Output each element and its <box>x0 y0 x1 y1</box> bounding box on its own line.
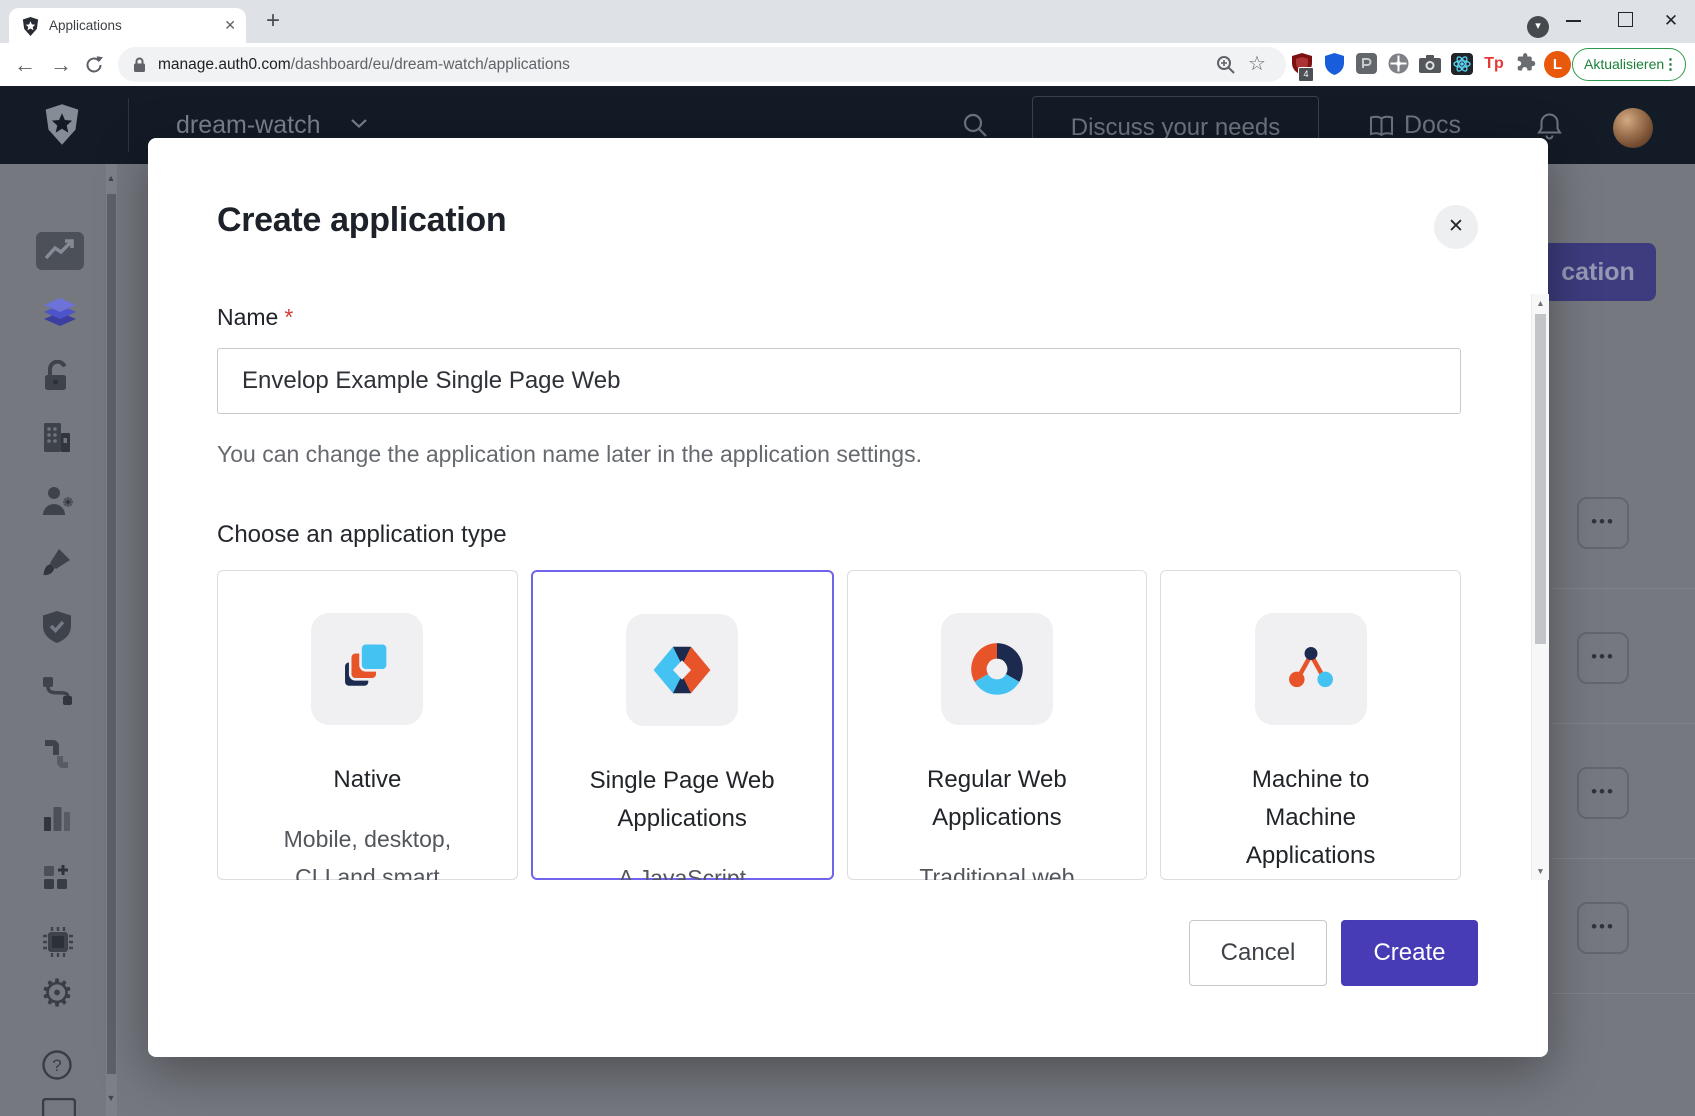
new-tab-button[interactable]: + <box>258 6 288 36</box>
auth0-favicon <box>22 17 39 41</box>
sidebar-item-organizations-building-icon[interactable] <box>42 422 82 462</box>
scrollbar-up-arrow[interactable]: ▲ <box>1532 296 1549 310</box>
name-label: Name* <box>217 304 293 331</box>
sidebar-item-user-management-icon[interactable] <box>42 485 82 525</box>
sidebar-item-authentication-lock-icon[interactable] <box>42 360 82 400</box>
react-devtools-extension-icon[interactable] <box>1450 53 1474 77</box>
name-helper-text: You can change the application name late… <box>217 441 922 468</box>
card-description: Mobile, desktop, CLI and smart <box>277 820 457 880</box>
ublock-badge: 4 <box>1298 67 1314 82</box>
forward-button[interactable]: → <box>50 43 72 86</box>
bookmark-star-icon[interactable]: ☆ <box>1248 47 1266 82</box>
nav-divider <box>128 98 129 152</box>
window-close-button[interactable]: ✕ <box>1656 4 1686 38</box>
tab-title: Applications <box>49 8 122 43</box>
row-actions-button[interactable]: ••• <box>1577 632 1629 684</box>
row-actions-button[interactable]: ••• <box>1577 497 1629 549</box>
modal-scrollbar-thumb[interactable] <box>1535 314 1546 644</box>
extensions-puzzle-icon[interactable] <box>1514 53 1538 77</box>
create-button[interactable]: Create <box>1341 920 1478 986</box>
spa-icon <box>626 614 738 726</box>
sidebar-item-marketplace-icon[interactable] <box>42 863 82 903</box>
name-label-text: Name <box>217 304 278 330</box>
row-divider <box>1552 588 1695 589</box>
address-bar[interactable]: manage.auth0.com/dashboard/eu/dream-watc… <box>118 47 1286 82</box>
tab-close-icon[interactable]: ✕ <box>224 8 236 43</box>
svg-text:?: ? <box>52 1056 61 1075</box>
monitor-icon[interactable] <box>42 1098 82 1116</box>
camera-extension-icon[interactable] <box>1418 55 1442 79</box>
row-actions-button[interactable]: ••• <box>1577 767 1629 819</box>
sidebar-item-auth-pipeline-icon[interactable] <box>42 739 82 779</box>
card-title: Regular Web Applications <box>922 761 1072 837</box>
card-regular-web[interactable]: Regular Web Applications Traditional web <box>847 570 1148 880</box>
card-description: Traditional web <box>848 858 1147 880</box>
sidebar-item-extensions-chip-icon[interactable] <box>42 926 82 966</box>
sidebar-item-branding-brush-icon[interactable] <box>42 547 82 587</box>
sidebar-item-applications[interactable] <box>42 298 82 338</box>
cancel-button[interactable]: Cancel <box>1189 920 1327 986</box>
sidebar-item-actions-flow-icon[interactable] <box>42 676 82 716</box>
zoom-icon[interactable] <box>1216 55 1236 80</box>
crosshair-extension-icon[interactable] <box>1386 53 1410 77</box>
chrome-profile-avatar[interactable]: L <box>1544 51 1571 78</box>
lock-icon <box>133 56 146 78</box>
m2m-icon <box>1255 613 1367 725</box>
sidebar-item-monitoring-bars-icon[interactable] <box>42 802 82 842</box>
sidebar-item-security-shield-icon[interactable] <box>42 611 82 651</box>
modal-scrollbar-track[interactable]: ▲ ▼ <box>1531 294 1549 880</box>
sidebar-item-activity[interactable] <box>36 232 76 272</box>
application-name-input[interactable] <box>217 348 1461 414</box>
scrollbar-down-arrow[interactable]: ▼ <box>104 1092 118 1104</box>
browser-tab-strip: Applications ✕ + ▾ ✕ <box>0 0 1695 43</box>
sidebar-scrollbar-thumb[interactable] <box>107 194 116 1074</box>
card-title: Single Page Web Applications <box>585 762 780 838</box>
row-divider <box>1552 858 1695 859</box>
modal-close-button[interactable]: ✕ <box>1434 205 1478 249</box>
url-text: manage.auth0.com/dashboard/eu/dream-watc… <box>158 47 570 82</box>
tp-extension-icon[interactable]: Tp <box>1482 53 1506 77</box>
reload-button[interactable] <box>84 55 104 80</box>
window-minimize-button[interactable] <box>1566 20 1581 22</box>
browser-tab[interactable]: Applications ✕ <box>9 8 246 43</box>
modal-title: Create application <box>217 201 506 240</box>
help-icon[interactable]: ? <box>42 1050 82 1090</box>
browser-update-button[interactable]: Aktualisieren ⋮ <box>1572 48 1686 81</box>
create-application-modal: Create application ✕ Name* You can chang… <box>148 138 1548 1057</box>
card-machine-to-machine[interactable]: Machine to Machine Applications <box>1160 570 1461 880</box>
sidebar-item-settings-gear-icon[interactable]: ⚙ <box>40 974 80 1014</box>
gray-extension-icon[interactable] <box>1354 53 1378 77</box>
user-avatar[interactable] <box>1613 108 1653 148</box>
application-type-cards: Native Mobile, desktop, CLI and smart Si… <box>217 570 1461 880</box>
window-maximize-button[interactable] <box>1618 12 1633 27</box>
row-divider <box>1552 723 1695 724</box>
screen: Applications ✕ + ▾ ✕ ← → manage.auth0.co… <box>0 0 1695 1116</box>
card-single-page-web[interactable]: Single Page Web Applications A JavaScrip… <box>531 570 834 880</box>
required-asterisk: * <box>284 304 293 330</box>
card-title: Native <box>218 761 517 799</box>
native-icon <box>311 613 423 725</box>
bitwarden-extension-icon[interactable] <box>1322 53 1346 77</box>
scrollbar-up-arrow[interactable]: ▲ <box>104 172 118 184</box>
card-native[interactable]: Native Mobile, desktop, CLI and smart <box>217 570 518 880</box>
browser-toolbar: ← → manage.auth0.com/dashboard/eu/dream-… <box>0 43 1695 86</box>
card-description: A JavaScript <box>533 859 832 880</box>
chevron-down-icon <box>350 116 368 134</box>
row-divider <box>1552 993 1695 994</box>
chrome-menu-icon[interactable]: ⋮ <box>1663 49 1678 80</box>
url-path: /dashboard/eu/dream-watch/applications <box>291 56 570 73</box>
regular-web-icon <box>941 613 1053 725</box>
back-button[interactable]: ← <box>14 43 36 86</box>
card-title: Machine to Machine Applications <box>1243 761 1378 875</box>
chrome-profile-caret-icon[interactable]: ▾ <box>1527 16 1549 38</box>
url-host: manage.auth0.com <box>158 56 291 73</box>
scrollbar-down-arrow[interactable]: ▼ <box>1532 864 1549 878</box>
update-label: Aktualisieren <box>1584 49 1664 80</box>
row-actions-button[interactable]: ••• <box>1577 902 1629 954</box>
create-application-bg-button[interactable]: cation <box>1540 243 1656 301</box>
auth0-logo-icon[interactable] <box>44 104 80 150</box>
choose-type-label: Choose an application type <box>217 521 507 549</box>
